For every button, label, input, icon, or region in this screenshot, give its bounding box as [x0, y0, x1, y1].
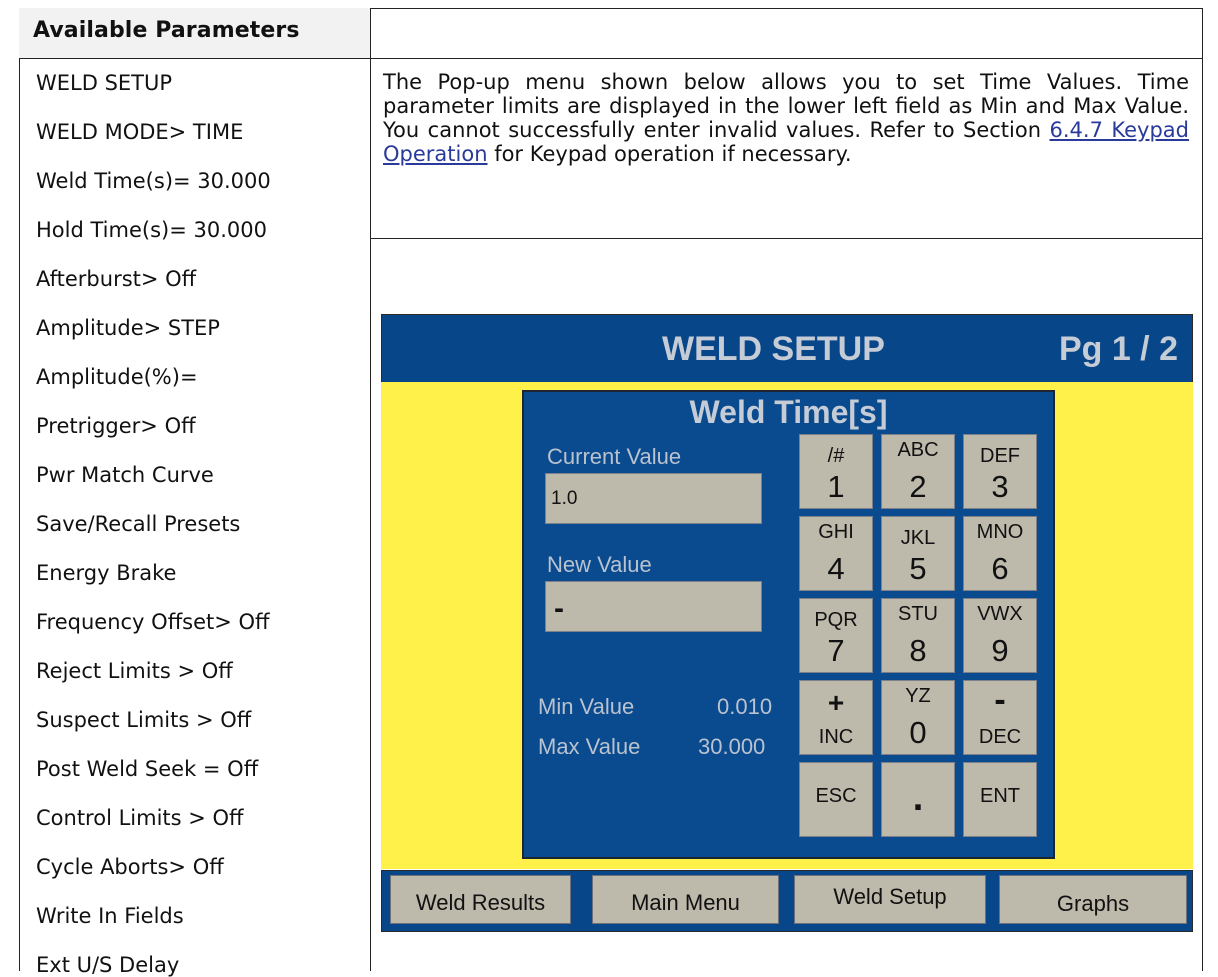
current-value: 1.0	[551, 488, 578, 509]
weld-setup-button[interactable]: Weld Setup	[794, 875, 986, 924]
key-inc-label: INC	[818, 726, 854, 748]
table-border-middle	[370, 8, 371, 971]
table-border-right-lower	[1202, 238, 1203, 971]
key-9-digit: 9	[991, 633, 1009, 668]
max-value-label: Max Value	[538, 734, 641, 759]
param-frequency-offset: Frequency Offset> Off	[36, 610, 270, 634]
key-1[interactable]: /# 1	[799, 434, 873, 509]
key-dec[interactable]: - DEC	[963, 680, 1037, 755]
page-indicator: Pg 1 / 2	[1058, 330, 1178, 368]
param-pretrigger: Pretrigger> Off	[36, 414, 196, 438]
description-text: The Pop-up menu shown below allows you t…	[383, 70, 1189, 166]
key-5[interactable]: JKL 5	[881, 516, 955, 591]
key-3-digit: 3	[991, 469, 1009, 504]
weld-results-button[interactable]: Weld Results	[390, 875, 571, 924]
table-border-right	[1202, 8, 1203, 238]
weld-time-popup: Weld Time[s] Current Value 1.0 New Value…	[522, 390, 1055, 859]
param-energy-brake: Energy Brake	[36, 561, 177, 585]
current-value-field: 1.0	[545, 473, 762, 524]
key-9-letters: VWX	[977, 603, 1023, 625]
param-afterburst: Afterburst> Off	[36, 267, 197, 291]
description-text-part2: for Keypad operation if necessary.	[487, 142, 852, 166]
screen-title: WELD SETUP	[662, 330, 885, 368]
param-hold-time: Hold Time(s)= 30.000	[36, 218, 267, 242]
key-1-digit: 1	[827, 469, 845, 504]
new-value-cursor: -	[554, 592, 564, 625]
key-8-letters: STU	[898, 603, 938, 625]
key-dot[interactable]: .	[881, 762, 955, 837]
key-esc-label: ESC	[815, 785, 857, 807]
new-value-label: New Value	[547, 552, 652, 577]
screen-title-bar: WELD SETUP Pg 1 / 2	[381, 314, 1193, 383]
key-7[interactable]: PQR 7	[799, 598, 873, 673]
min-value-label: Min Value	[538, 694, 635, 719]
param-cycle-aborts: Cycle Aborts> Off	[36, 855, 224, 879]
graphs-button[interactable]: Graphs	[999, 875, 1187, 924]
weld-setup-screen: WELD SETUP Pg 1 / 2 Weld Time[s] Current…	[381, 314, 1193, 932]
table-border-left	[19, 8, 20, 971]
key-9[interactable]: VWX 9	[963, 598, 1037, 673]
param-control-limits: Control Limits > Off	[36, 806, 244, 830]
min-value: 0.010	[717, 694, 773, 719]
key-7-digit: 7	[827, 633, 845, 668]
key-4-letters: GHI	[818, 521, 854, 543]
param-write-in-fields: Write In Fields	[36, 904, 184, 928]
table-header: Available Parameters	[33, 18, 300, 43]
key-3[interactable]: DEF 3	[963, 434, 1037, 509]
max-value: 30.000	[698, 734, 766, 759]
key-0-letters: YZ	[905, 685, 931, 707]
popup-title: Weld Time[s]	[689, 394, 888, 430]
key-7-letters: PQR	[814, 609, 858, 631]
param-pwr-match-curve: Pwr Match Curve	[36, 463, 214, 487]
key-5-letters: JKL	[900, 527, 936, 549]
key-6-digit: 6	[991, 551, 1009, 586]
key-4-digit: 4	[827, 551, 845, 586]
key-2-letters: ABC	[897, 439, 939, 461]
key-6-letters: MNO	[976, 521, 1024, 543]
key-ent[interactable]: ENT	[963, 762, 1037, 837]
key-dec-symbol: -	[994, 681, 1006, 719]
current-value-label: Current Value	[547, 444, 682, 469]
key-esc[interactable]: ESC	[799, 762, 873, 837]
key-8[interactable]: STU 8	[881, 598, 955, 673]
table-header-divider	[19, 58, 1203, 59]
table-row-divider	[370, 238, 1203, 239]
key-0-digit: 0	[909, 715, 927, 750]
param-suspect-limits: Suspect Limits > Off	[36, 708, 252, 732]
param-amplitude: Amplitude> STEP	[36, 316, 220, 340]
key-6[interactable]: MNO 6	[963, 516, 1037, 591]
key-0[interactable]: YZ 0	[881, 680, 955, 755]
key-2[interactable]: ABC 2	[881, 434, 955, 509]
key-3-letters: DEF	[980, 445, 1020, 467]
param-ext-us-delay: Ext U/S Delay	[36, 953, 180, 977]
param-reject-limits: Reject Limits > Off	[36, 659, 233, 683]
param-amplitude-percent: Amplitude(%)=	[36, 365, 198, 389]
param-weld-time: Weld Time(s)= 30.000	[36, 169, 271, 193]
param-post-weld-seek: Post Weld Seek = Off	[36, 757, 259, 781]
key-2-digit: 2	[909, 469, 927, 504]
key-inc[interactable]: + INC	[799, 680, 873, 755]
key-inc-symbol: +	[827, 687, 845, 718]
key-4[interactable]: GHI 4	[799, 516, 873, 591]
key-8-digit: 8	[909, 633, 927, 668]
new-value-field[interactable]: -	[545, 581, 762, 632]
key-1-letters: /#	[827, 445, 845, 467]
parameters-table: Available Parameters WELD SETUP WELD MOD…	[0, 0, 1218, 977]
param-weld-mode: WELD MODE> TIME	[36, 120, 244, 144]
key-5-digit: 5	[909, 551, 927, 586]
key-dec-label: DEC	[978, 726, 1022, 748]
param-save-recall-presets: Save/Recall Presets	[36, 512, 241, 536]
key-dot-label: .	[912, 777, 924, 819]
main-menu-button[interactable]: Main Menu	[592, 875, 779, 924]
bottom-nav-bar: Weld Results Main Menu Weld Setup Graphs	[381, 870, 1193, 932]
param-weld-setup: WELD SETUP	[36, 71, 173, 95]
key-ent-label: ENT	[980, 785, 1020, 807]
